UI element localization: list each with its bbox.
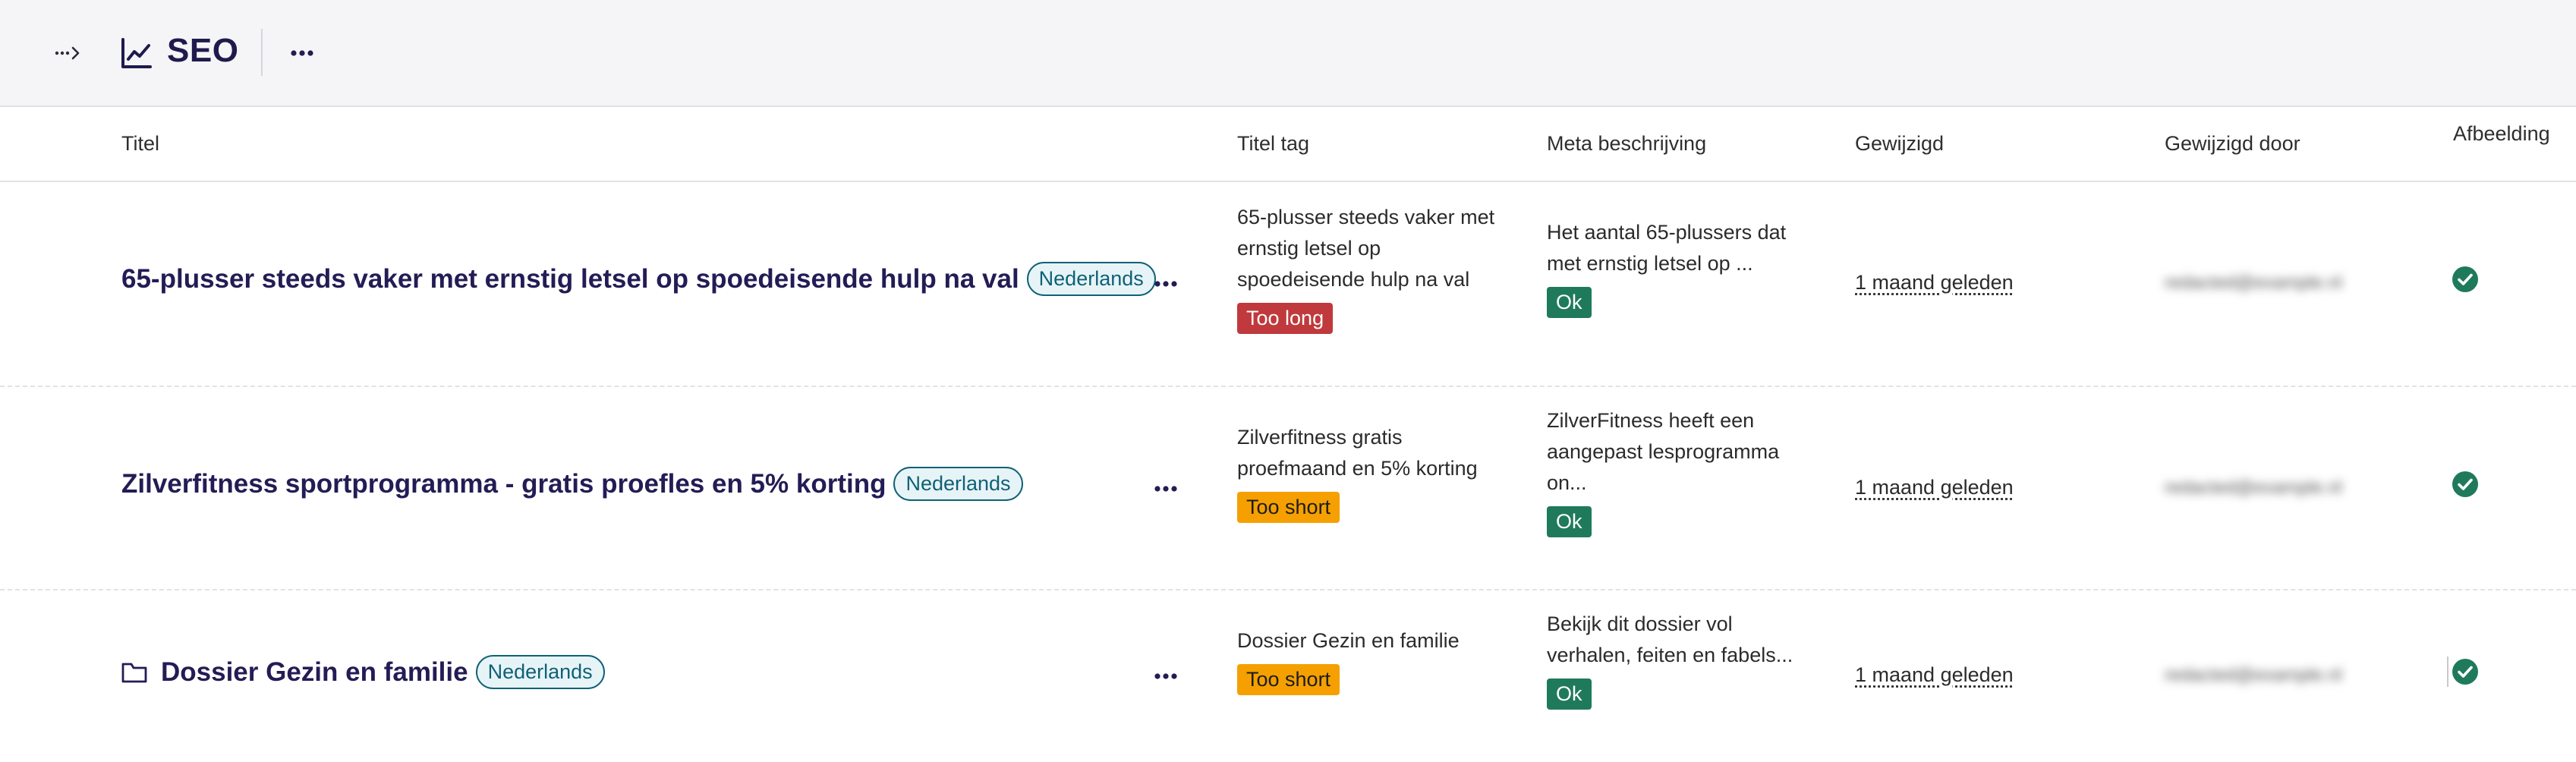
meta-description-cell: Bekijk dit dossier vol verhalen, feiten … bbox=[1547, 609, 1793, 710]
meta-line: on... bbox=[1547, 471, 1587, 494]
row-title-link[interactable]: Zilverfitness sportprogramma - gratis pr… bbox=[121, 469, 886, 499]
table-row[interactable]: Dossier Gezin en familie Nederlands Doss… bbox=[0, 590, 2576, 762]
image-ok-check-icon bbox=[2452, 471, 2478, 497]
meta-line: ZilverFitness heeft een bbox=[1547, 409, 1755, 432]
title-tag-cell: 65-plusser steeds vaker met ernstig lets… bbox=[1237, 202, 1494, 334]
title-tag-line: spoedeisende hulp na val bbox=[1237, 268, 1470, 291]
page-more-button[interactable] bbox=[285, 36, 319, 70]
page-title: SEO bbox=[167, 32, 239, 69]
meta-line: Bekijk dit dossier vol bbox=[1547, 612, 1733, 635]
ellipsis-icon bbox=[291, 50, 313, 56]
column-header-meta[interactable]: Meta beschrijving bbox=[1547, 132, 1706, 156]
title-tag-status-badge: Too long bbox=[1237, 303, 1334, 334]
title-tag-line: 65-plusser steeds vaker met bbox=[1237, 206, 1495, 228]
meta-status-badge: Ok bbox=[1547, 506, 1592, 537]
title-tag-cell: Dossier Gezin en familie Too short bbox=[1237, 625, 1460, 695]
folder-icon bbox=[121, 663, 147, 682]
image-ok-check-icon bbox=[2452, 266, 2478, 292]
row-more-button[interactable] bbox=[1149, 267, 1183, 301]
title-tag-line: Zilverfitness gratis bbox=[1237, 426, 1403, 449]
column-divider bbox=[2447, 657, 2448, 687]
meta-status-badge: Ok bbox=[1547, 287, 1592, 318]
expand-sidebar-button[interactable] bbox=[49, 36, 88, 70]
line-chart-icon bbox=[121, 38, 152, 68]
title-divider bbox=[261, 29, 263, 76]
image-ok-check-icon bbox=[2452, 659, 2478, 685]
row-title-link[interactable]: Dossier Gezin en familie bbox=[161, 657, 468, 688]
modified-by-blurred: redacted@example.nl bbox=[2165, 665, 2342, 685]
row-title-link[interactable]: 65-plusser steeds vaker met ernstig lets… bbox=[121, 264, 1019, 294]
table-row[interactable]: Zilverfitness sportprogramma - gratis pr… bbox=[0, 387, 2576, 590]
table-row[interactable]: 65-plusser steeds vaker met ernstig lets… bbox=[0, 182, 2576, 387]
ellipsis-icon bbox=[1154, 673, 1177, 679]
table-header: Titel Titel tag Meta beschrijving Gewijz… bbox=[0, 107, 2576, 182]
meta-line: Het aantal 65-plussers dat bbox=[1547, 221, 1787, 244]
meta-description-cell: ZilverFitness heeft een aangepast lespro… bbox=[1547, 405, 1779, 537]
ellipsis-icon bbox=[1154, 281, 1177, 287]
top-bar: SEO bbox=[0, 0, 2576, 107]
modified-date[interactable]: 1 maand geleden bbox=[1855, 271, 2014, 294]
row-more-button[interactable] bbox=[1149, 472, 1183, 505]
meta-line: verhalen, feiten en fabels... bbox=[1547, 644, 1793, 666]
row-title[interactable]: Dossier Gezin en familie Nederlands bbox=[121, 655, 605, 689]
title-tag-line: Dossier Gezin en familie bbox=[1237, 629, 1460, 652]
modified-by-blurred: redacted@example.nl bbox=[2165, 272, 2342, 293]
row-title[interactable]: Zilverfitness sportprogramma - gratis pr… bbox=[121, 467, 1023, 501]
modified-date[interactable]: 1 maand geleden bbox=[1855, 663, 2014, 687]
language-badge: Nederlands bbox=[1026, 262, 1156, 296]
row-more-button[interactable] bbox=[1149, 660, 1183, 693]
meta-line: met ernstig letsel op ... bbox=[1547, 252, 1753, 275]
column-header-gewijzigd-door[interactable]: Gewijzigd door bbox=[2165, 132, 2300, 156]
expand-sidebar-icon bbox=[55, 46, 80, 60]
title-tag-line: proefmaand en 5% korting bbox=[1237, 457, 1478, 480]
row-title[interactable]: 65-plusser steeds vaker met ernstig lets… bbox=[121, 262, 1156, 296]
column-header-titel-tag[interactable]: Titel tag bbox=[1237, 132, 1309, 156]
modified-by-blurred: redacted@example.nl bbox=[2165, 477, 2342, 498]
title-tag-line: ernstig letsel op bbox=[1237, 237, 1381, 260]
column-header-titel[interactable]: Titel bbox=[121, 132, 159, 156]
language-badge: Nederlands bbox=[893, 467, 1023, 501]
meta-description-cell: Het aantal 65-plussers dat met ernstig l… bbox=[1547, 217, 1786, 318]
title-tag-cell: Zilverfitness gratis proefmaand en 5% ko… bbox=[1237, 422, 1478, 523]
language-badge: Nederlands bbox=[475, 655, 605, 689]
meta-line: aangepast lesprogramma bbox=[1547, 440, 1780, 463]
modified-date[interactable]: 1 maand geleden bbox=[1855, 476, 2014, 499]
title-tag-status-badge: Too short bbox=[1237, 492, 1340, 523]
ellipsis-icon bbox=[1154, 486, 1177, 492]
column-header-gewijzigd[interactable]: Gewijzigd bbox=[1855, 132, 1944, 156]
title-tag-status-badge: Too short bbox=[1237, 664, 1340, 695]
column-header-afbeelding[interactable]: Afbeelding bbox=[2453, 122, 2550, 146]
meta-status-badge: Ok bbox=[1547, 679, 1592, 710]
